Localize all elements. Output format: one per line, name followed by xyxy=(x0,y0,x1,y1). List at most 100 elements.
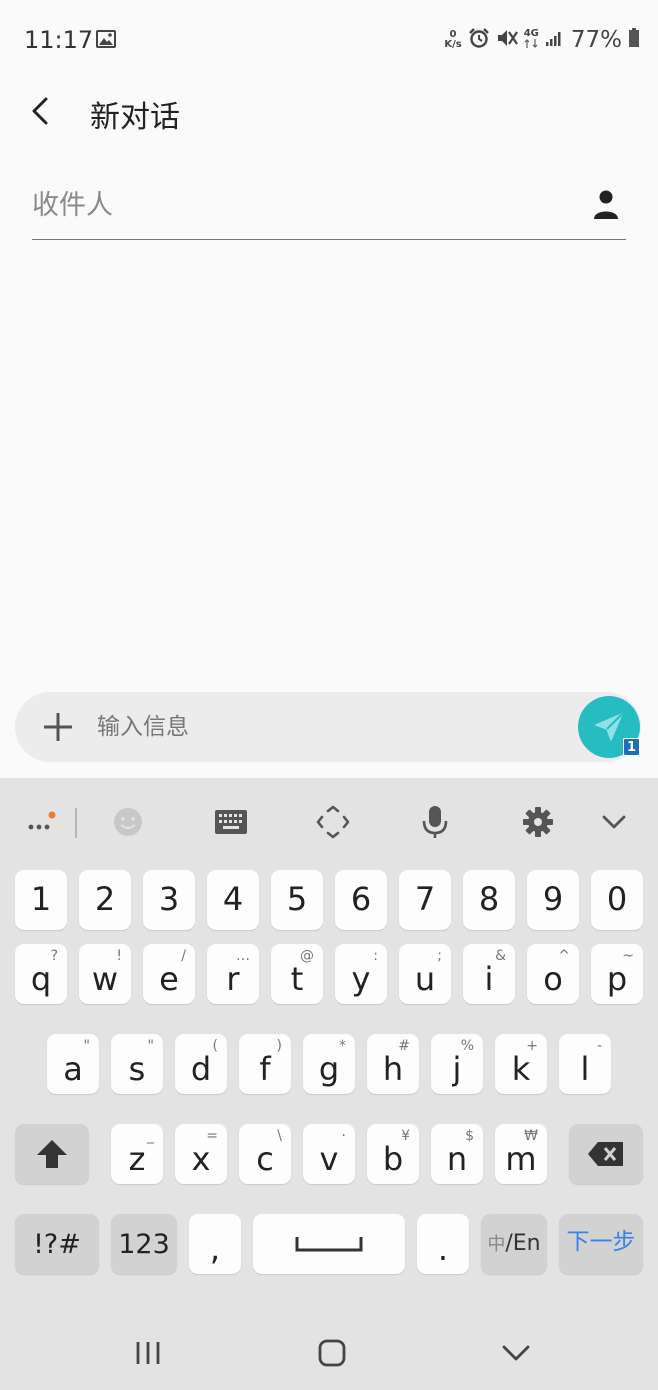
key-c[interactable]: \ c xyxy=(239,1124,291,1184)
key-f[interactable]: ) f xyxy=(239,1034,291,1094)
key-w[interactable]: ! w xyxy=(79,944,131,1004)
key-n[interactable]: $ n xyxy=(431,1124,483,1184)
key-x[interactable]: = x xyxy=(175,1124,227,1184)
key-g[interactable]: * g xyxy=(303,1034,355,1094)
key-8[interactable]: 8 xyxy=(463,870,515,930)
space-key[interactable] xyxy=(253,1214,405,1274)
key-s[interactable]: " s xyxy=(111,1034,163,1094)
key-2[interactable]: 2 xyxy=(79,870,131,930)
key-label: r xyxy=(226,960,240,998)
key-label: i xyxy=(484,960,494,998)
key-d[interactable]: (d xyxy=(175,1034,227,1094)
home-button[interactable] xyxy=(312,1338,352,1368)
key-o[interactable]: ^ o xyxy=(527,944,579,1004)
key-1[interactable]: 1 xyxy=(15,870,67,930)
send-button[interactable]: 1 xyxy=(578,696,640,758)
recipient-input[interactable] xyxy=(32,185,552,225)
key-label: k xyxy=(511,1050,531,1088)
key-label: 7 xyxy=(414,880,436,918)
key-label: 3 xyxy=(158,880,180,918)
key-label: 1 xyxy=(30,880,52,918)
move-cursor-icon xyxy=(316,805,350,839)
voice-input-button[interactable] xyxy=(415,802,455,842)
key-7[interactable]: 7 xyxy=(399,870,451,930)
key-q[interactable]: ? q xyxy=(15,944,67,1004)
key-6[interactable]: 6 xyxy=(335,870,387,930)
key-v[interactable]: · v xyxy=(303,1124,355,1184)
key-5[interactable]: 5 xyxy=(271,870,323,930)
toolbar-divider xyxy=(75,808,77,838)
battery-percent: 77% xyxy=(570,27,622,53)
back-button[interactable] xyxy=(26,94,58,128)
key-label: h xyxy=(382,1050,404,1088)
more-button[interactable] xyxy=(20,802,60,842)
key-label: 6 xyxy=(350,880,372,918)
cursor-control-button[interactable] xyxy=(312,802,354,842)
language-label: 中/En xyxy=(481,1230,547,1256)
shift-key[interactable] xyxy=(15,1124,89,1184)
recent-apps-button[interactable] xyxy=(128,1338,168,1368)
message-input[interactable] xyxy=(97,707,557,747)
keyboard-settings-button[interactable] xyxy=(518,802,558,842)
key-label: f xyxy=(259,1050,271,1088)
key-i[interactable]: & i xyxy=(463,944,515,1004)
key-u[interactable]: ; u xyxy=(399,944,451,1004)
key-label: m xyxy=(505,1140,537,1178)
key-m[interactable]: ₩ m xyxy=(495,1124,547,1184)
key-9[interactable]: 9 xyxy=(527,870,579,930)
key-label: z xyxy=(128,1140,146,1178)
back-arrow-icon xyxy=(32,97,48,125)
key-j[interactable]: % j xyxy=(431,1034,483,1094)
attach-button[interactable] xyxy=(41,710,75,744)
key-label: u xyxy=(414,960,436,998)
send-icon xyxy=(595,713,623,741)
key-label: s xyxy=(128,1050,146,1088)
back-nav-button[interactable] xyxy=(496,1338,536,1368)
message-composer: 1 xyxy=(15,692,641,762)
key-b[interactable]: ¥ b xyxy=(367,1124,419,1184)
key-label: t xyxy=(290,960,304,998)
data-arrows-icon xyxy=(524,39,539,51)
shift-arrow-icon xyxy=(37,1140,67,1168)
key-label: d xyxy=(190,1050,212,1088)
emoji-button[interactable] xyxy=(108,802,148,842)
language-switch-key[interactable]: 中/En xyxy=(481,1214,547,1274)
net-speed: 0 K/s xyxy=(444,30,461,50)
key-h[interactable]: # h xyxy=(367,1034,419,1094)
key-label: 5 xyxy=(286,880,308,918)
image-notification-icon xyxy=(96,30,116,52)
numbers-key[interactable]: 123 xyxy=(111,1214,177,1274)
plus-icon xyxy=(44,713,72,741)
key-0[interactable]: 0 xyxy=(591,870,643,930)
person-icon xyxy=(594,190,618,219)
emoji-icon xyxy=(114,808,142,836)
app-header: 新对话 xyxy=(0,80,658,150)
key-p[interactable]: ~ p xyxy=(591,944,643,1004)
space-bar-icon xyxy=(295,1237,363,1252)
keyboard-toolbar xyxy=(0,778,658,868)
keyboard-icon xyxy=(215,810,247,834)
key-3[interactable]: 3 xyxy=(143,870,195,930)
key-t[interactable]: @ t xyxy=(271,944,323,1004)
comma-key[interactable]: , xyxy=(189,1214,241,1274)
key-k[interactable]: + k xyxy=(495,1034,547,1094)
key-e[interactable]: / e xyxy=(143,944,195,1004)
key-a[interactable]: " a xyxy=(47,1034,99,1094)
status-bar: 11:17 0 K/s 4G 77% xyxy=(0,0,658,80)
contacts-button[interactable] xyxy=(592,189,620,221)
period-key[interactable]: . xyxy=(417,1214,469,1274)
key-label: l xyxy=(580,1050,590,1088)
symbols-key[interactable]: !?# xyxy=(15,1214,99,1274)
key-l[interactable]: -l xyxy=(559,1034,611,1094)
sim-badge: 1 xyxy=(623,738,640,756)
key-z[interactable]: _ z xyxy=(111,1124,163,1184)
keyboard-mode-button[interactable] xyxy=(210,802,252,842)
key-r[interactable]: … r xyxy=(207,944,259,1004)
key-label: x xyxy=(191,1140,211,1178)
next-key[interactable]: 下一步 xyxy=(559,1214,643,1274)
key-y[interactable]: :y xyxy=(335,944,387,1004)
status-icons: 0 K/s 4G 77% xyxy=(444,26,640,54)
backspace-key[interactable] xyxy=(569,1124,643,1184)
hide-keyboard-button[interactable] xyxy=(594,802,634,842)
key-4[interactable]: 4 xyxy=(207,870,259,930)
